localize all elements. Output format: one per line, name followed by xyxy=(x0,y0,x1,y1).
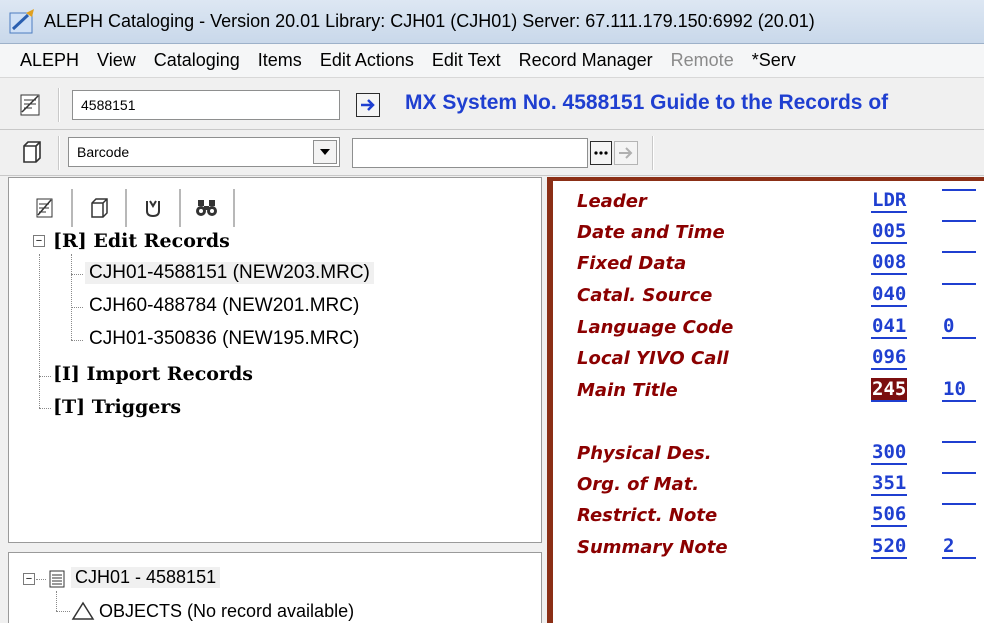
tree-record-item[interactable]: CJH01-350836 (NEW195.MRC) xyxy=(85,328,363,350)
collapse-toggle[interactable]: − xyxy=(23,573,35,585)
field-label: Org. of Mat. xyxy=(577,474,700,495)
menu-services[interactable]: *Serv xyxy=(743,50,805,71)
field-tag[interactable]: 351 xyxy=(871,472,908,496)
field-label: Restrict. Note xyxy=(577,505,718,526)
title-bar: ALEPH Cataloging - Version 20.01 Library… xyxy=(0,0,984,44)
menu-view[interactable]: View xyxy=(88,50,145,71)
tree-node-triggers[interactable]: [T] Triggers xyxy=(53,396,181,418)
search-type-select[interactable]: Barcode xyxy=(68,137,340,167)
field-indicator[interactable] xyxy=(942,283,976,285)
field-tag-active[interactable]: 245 xyxy=(871,378,908,402)
tab-items[interactable] xyxy=(73,189,127,227)
menu-record-manager[interactable]: Record Manager xyxy=(510,50,662,71)
field-label: Main Title xyxy=(577,380,678,401)
record-document-icon xyxy=(49,570,65,588)
tree-node-import-records[interactable]: [I] Import Records xyxy=(53,363,253,385)
field-indicator[interactable] xyxy=(942,503,976,505)
objects-node[interactable]: OBJECTS (No record available) xyxy=(99,601,354,622)
binoculars-icon xyxy=(196,200,217,216)
item-copy-icon[interactable] xyxy=(18,140,44,166)
field-tag[interactable]: 040 xyxy=(871,283,908,307)
field-tag[interactable]: 520 xyxy=(871,535,908,559)
tree-connector xyxy=(71,340,83,341)
window-title: ALEPH Cataloging - Version 20.01 Library… xyxy=(44,11,815,31)
ellipsis-icon xyxy=(594,151,608,155)
tree-connector xyxy=(56,591,57,611)
field-label: Summary Note xyxy=(577,537,728,558)
tree-connector xyxy=(36,579,46,580)
arrow-right-icon xyxy=(619,147,633,159)
field-indicator[interactable] xyxy=(942,251,976,253)
search-go-button-disabled xyxy=(614,141,638,165)
menu-aleph[interactable]: ALEPH xyxy=(0,50,88,71)
field-indicator[interactable]: 10 xyxy=(942,378,976,402)
field-tag[interactable]: 041 xyxy=(871,315,908,339)
menu-edit-text[interactable]: Edit Text xyxy=(423,50,510,71)
record-number-input[interactable]: 4588151 xyxy=(72,90,340,120)
tree-tab-strip xyxy=(19,188,235,228)
trigger-cup-icon xyxy=(146,200,160,218)
field-tag[interactable]: 008 xyxy=(871,251,908,275)
browse-ellipsis-button[interactable] xyxy=(590,141,612,165)
field-tag[interactable]: 506 xyxy=(871,503,908,527)
tree-connector xyxy=(39,408,51,409)
warning-triangle-icon xyxy=(71,601,95,620)
field-label: Leader xyxy=(577,191,647,212)
field-label: Fixed Data xyxy=(577,253,687,274)
item-copy-icon xyxy=(91,198,108,218)
tree-connector xyxy=(71,307,83,308)
barcode-search-input[interactable] xyxy=(352,138,588,168)
tab-triggers[interactable] xyxy=(127,189,181,227)
chevron-down-icon[interactable] xyxy=(313,140,337,164)
marc-editor-pane: Leader LDR Date and Time 005 Fixed Data … xyxy=(547,177,984,623)
cataloging-record-icon xyxy=(36,198,53,218)
tree-node-edit-records[interactable]: [R] Edit Records xyxy=(53,230,230,252)
field-tag[interactable]: LDR xyxy=(871,189,908,213)
field-tag[interactable]: 096 xyxy=(871,346,908,370)
toolbar-separator xyxy=(652,136,654,170)
field-label: Local YIVO Call xyxy=(577,348,729,369)
field-label: Language Code xyxy=(577,317,734,338)
field-indicator[interactable]: 2 xyxy=(942,535,976,559)
field-indicator[interactable] xyxy=(942,220,976,222)
tree-connector xyxy=(56,611,70,612)
collapse-toggle[interactable]: − xyxy=(33,235,45,247)
tab-search[interactable] xyxy=(181,189,235,227)
record-structure-pane: − CJH01 - 4588151 OBJECTS (No record ava… xyxy=(8,552,542,623)
tree-connector xyxy=(71,254,72,340)
menu-remote: Remote xyxy=(670,50,734,70)
menu-items[interactable]: Items xyxy=(249,50,311,71)
toolbar-separator xyxy=(58,136,60,170)
field-indicator[interactable] xyxy=(942,189,976,191)
tree-record-item[interactable]: CJH60-488784 (NEW201.MRC) xyxy=(85,295,363,317)
tab-cataloging[interactable] xyxy=(19,189,73,227)
field-label: Date and Time xyxy=(577,222,725,243)
navigation-tree-pane: − [R] Edit Records CJH01-4588151 (NEW203… xyxy=(8,177,542,543)
menu-edit-actions[interactable]: Edit Actions xyxy=(311,50,423,71)
toolbar-separator xyxy=(58,88,60,122)
tree-connector xyxy=(39,254,40,408)
menu-cataloging[interactable]: Cataloging xyxy=(145,50,249,71)
go-arrow-button[interactable] xyxy=(356,93,380,117)
field-indicator[interactable] xyxy=(942,472,976,474)
tree-connector xyxy=(39,376,51,377)
field-label: Catal. Source xyxy=(577,285,713,306)
field-indicator[interactable]: 0 xyxy=(942,315,976,339)
record-heading: MX System No. 4588151 Guide to the Recor… xyxy=(405,91,889,114)
aleph-app-icon xyxy=(9,8,34,33)
field-tag[interactable]: 005 xyxy=(871,220,908,244)
field-indicator[interactable] xyxy=(942,441,976,443)
structure-root-node[interactable]: CJH01 - 4588151 xyxy=(71,567,221,588)
menu-bar: ALEPH View Cataloging Items Edit Actions… xyxy=(0,44,984,78)
search-type-value: Barcode xyxy=(77,144,130,160)
arrow-right-icon xyxy=(361,99,375,111)
cataloging-record-icon[interactable] xyxy=(18,92,44,118)
field-tag[interactable]: 300 xyxy=(871,441,908,465)
tree-record-item[interactable]: CJH01-4588151 (NEW203.MRC) xyxy=(85,262,374,284)
tree-connector xyxy=(71,274,83,275)
field-label: Physical Des. xyxy=(577,443,712,464)
